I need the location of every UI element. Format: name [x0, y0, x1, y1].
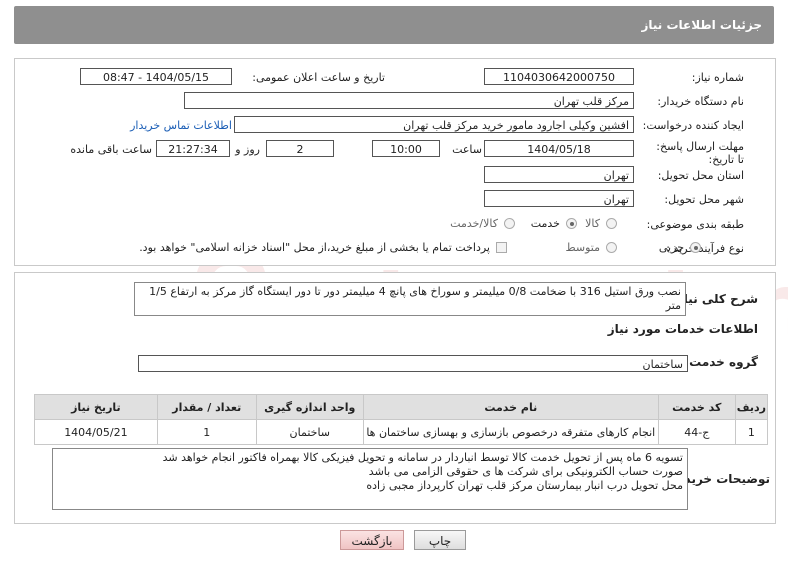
- delivery-province-label: استان محل تحویل:: [657, 169, 744, 182]
- services-table-header: ردیف کد خدمت نام خدمت واحد اندازه گیری ت…: [34, 394, 769, 420]
- delivery-province-field: تهران: [484, 166, 634, 183]
- requester-label: ایجاد کننده درخواست:: [642, 119, 744, 132]
- col-unit: واحد اندازه گیری: [255, 394, 364, 420]
- col-date: تاریخ نیاز: [34, 394, 158, 420]
- time-remaining-label: ساعت باقی مانده: [70, 143, 152, 156]
- buyer-org-label: نام دستگاه خریدار:: [657, 95, 744, 108]
- deadline-time-label: ساعت: [452, 143, 482, 156]
- need-number-label: شماره نیاز:: [691, 71, 744, 84]
- announce-datetime-label: تاریخ و ساعت اعلان عمومی:: [252, 71, 385, 84]
- services-heading: اطلاعات خدمات مورد نیاز: [607, 322, 758, 336]
- process-radio-medium[interactable]: [606, 242, 617, 253]
- table-row: 1 ج-44 انجام کارهای متفرقه درخصوص بازساز…: [34, 419, 769, 445]
- page-title: جزئیات اطلاعات نیاز: [641, 18, 762, 32]
- category-radio-goods-service[interactable]: [504, 218, 515, 229]
- deadline-label: مهلت ارسال پاسخ: تا تاریخ:: [656, 140, 744, 166]
- page-header: جزئیات اطلاعات نیاز: [14, 6, 774, 44]
- col-qty: تعداد / مقدار: [156, 394, 257, 420]
- buyer-notes-textarea[interactable]: تسویه 6 ماه پس از تحویل خدمت کالا توسط ا…: [52, 448, 688, 510]
- time-remaining-field: 21:27:34: [156, 140, 230, 157]
- service-group-field: ساختمان: [138, 355, 688, 372]
- summary-textarea[interactable]: نصب ورق استیل 316 با ضخامت 0/8 میلیمتر و…: [134, 282, 686, 316]
- delivery-city-field: تهران: [484, 190, 634, 207]
- process-radio-minor[interactable]: [690, 242, 701, 253]
- treasury-payment-note: پرداخت تمام یا بخشی از مبلغ خرید،از محل …: [139, 241, 490, 254]
- col-row: ردیف: [734, 394, 769, 420]
- deadline-date-field: 1404/05/18: [484, 140, 634, 157]
- cell-name: انجام کارهای متفرقه درخصوص بازسازی و بهس…: [362, 419, 659, 445]
- buyer-org-field: مرکز قلب تهران: [184, 92, 634, 109]
- service-group-label: گروه خدمت:: [684, 355, 758, 369]
- category-radio-service[interactable]: [566, 218, 577, 229]
- process-option-minor: جزیی: [658, 241, 684, 254]
- back-button[interactable]: بازگشت: [340, 530, 404, 550]
- delivery-city-label: شهر محل تحویل:: [664, 193, 744, 206]
- days-remaining-field: 2: [266, 140, 334, 157]
- cell-code: ج-44: [657, 419, 736, 445]
- process-option-medium: متوسط: [565, 241, 600, 254]
- buyer-contact-link[interactable]: اطلاعات تماس خریدار: [130, 119, 232, 132]
- category-option-service: خدمت: [530, 217, 560, 230]
- print-button[interactable]: چاپ: [414, 530, 466, 550]
- services-table: ردیف کد خدمت نام خدمت واحد اندازه گیری ت…: [34, 394, 769, 445]
- need-number-field: 1104030642000750: [484, 68, 634, 85]
- cell-qty: 1: [156, 419, 257, 445]
- cell-date: 1404/05/21: [34, 419, 158, 445]
- col-name: نام خدمت: [362, 394, 659, 420]
- cell-row: 1: [734, 419, 769, 445]
- deadline-time-field: 10:00: [372, 140, 440, 157]
- col-code: کد خدمت: [657, 394, 736, 420]
- category-radio-goods[interactable]: [606, 218, 617, 229]
- requester-field: افشین وکیلی اجارود مامور خرید مرکز قلب ت…: [234, 116, 634, 133]
- category-label: طبقه بندی موضوعی:: [646, 218, 744, 231]
- category-option-goods-service: کالا/خدمت: [450, 217, 498, 230]
- treasury-payment-checkbox[interactable]: [496, 242, 507, 253]
- days-label: روز و: [235, 143, 260, 156]
- announce-datetime-field: 1404/05/15 - 08:47: [80, 68, 232, 85]
- cell-unit: ساختمان: [255, 419, 364, 445]
- category-option-goods: کالا: [585, 217, 600, 230]
